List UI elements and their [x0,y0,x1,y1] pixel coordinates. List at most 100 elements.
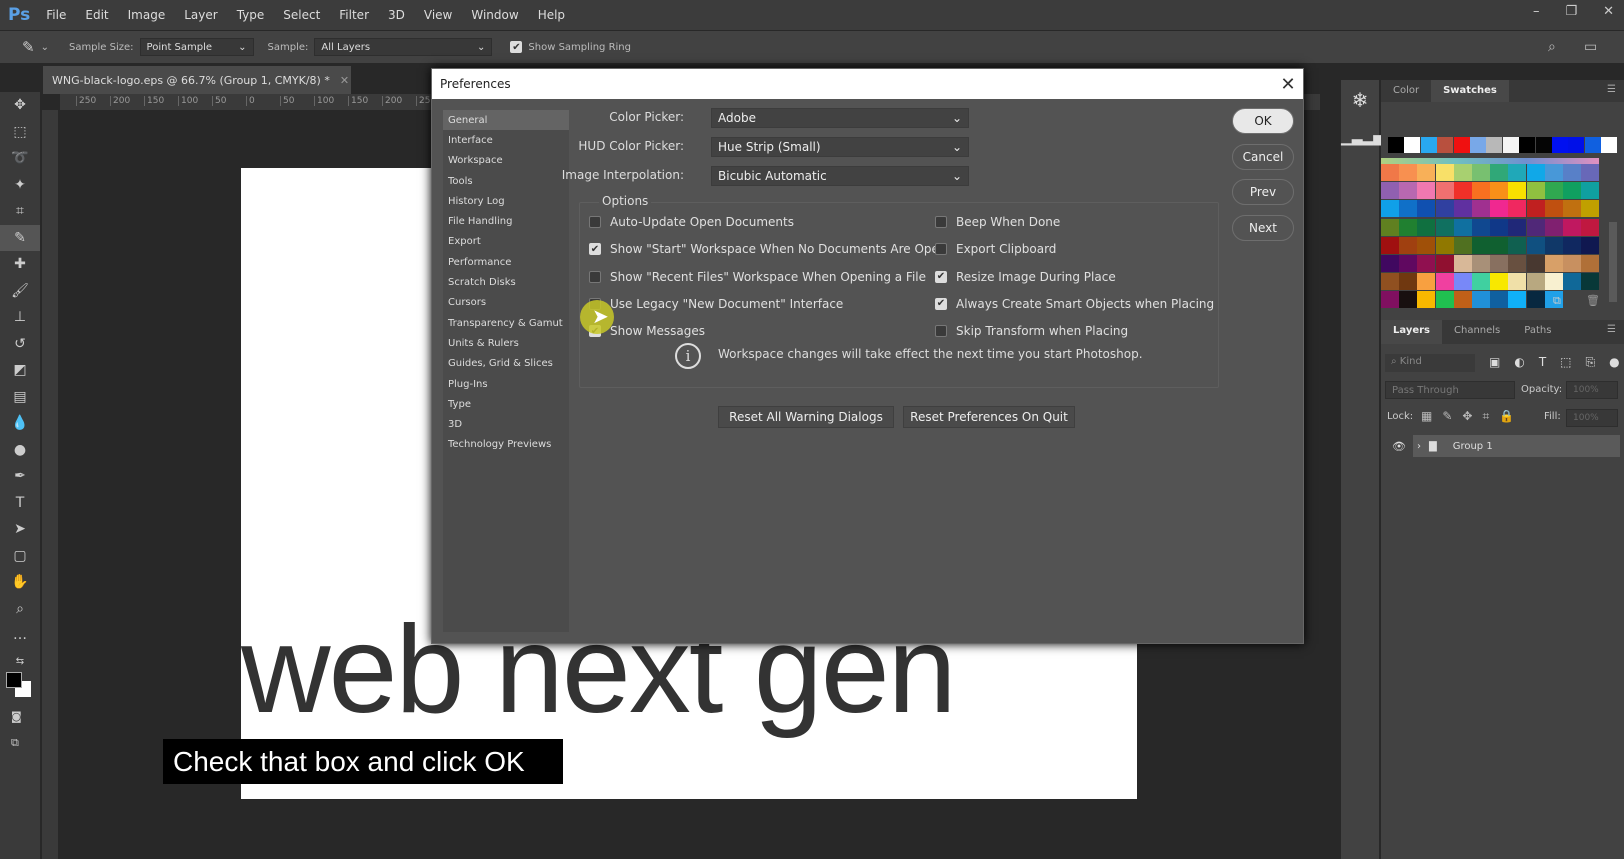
type-filter-icon[interactable]: T [1539,355,1546,370]
lock-artboard-icon[interactable]: ⌗ [1482,409,1489,424]
menu-select[interactable]: Select [283,8,320,22]
eyedropper-tool-icon[interactable]: ✎ [0,224,40,251]
close-tab-icon[interactable]: ✕ [340,74,349,87]
blend-mode-select[interactable]: Pass Through [1385,381,1515,399]
fill-input[interactable]: 100% [1566,409,1618,427]
option-row[interactable]: Beep When Done [935,215,1060,229]
recent-swatch[interactable] [1552,137,1568,153]
swatch[interactable] [1417,236,1436,254]
zoom-tool-icon[interactable]: ⌕ [0,596,40,623]
swatch[interactable] [1399,255,1418,272]
tab-paths[interactable]: Paths [1512,320,1563,344]
swatch[interactable] [1581,218,1600,236]
eraser-tool-icon[interactable]: ◩ [0,357,40,384]
lock-pixels-icon[interactable]: ✎ [1442,409,1452,424]
clone-stamp-tool-icon[interactable]: ⊥ [0,304,40,331]
option-row[interactable]: Auto-Update Open Documents [589,215,794,229]
swatch[interactable] [1581,236,1600,254]
filter-toggle-icon[interactable]: ● [1609,355,1619,370]
swatch[interactable] [1417,218,1436,236]
magic-wand-tool-icon[interactable]: ✦ [0,172,40,199]
option-checkbox[interactable] [935,325,947,338]
tab-color[interactable]: Color [1381,80,1431,102]
swatch[interactable] [1472,218,1490,236]
option-row[interactable]: Show "Recent Files" Workspace When Openi… [589,270,926,284]
swatch[interactable] [1508,273,1527,291]
swatch[interactable] [1453,182,1472,200]
swatch[interactable] [1526,164,1545,181]
recent-swatch[interactable] [1388,137,1404,153]
option-row[interactable]: Use Legacy "New Document" Interface [589,297,843,311]
category-history-log[interactable]: History Log [443,191,569,211]
path-selection-tool-icon[interactable]: ➤ [0,516,40,543]
option-checkbox[interactable]: ✔ [935,270,947,283]
swatch[interactable] [1490,164,1509,181]
histogram-icon[interactable]: ▁▃▂▅ [1341,130,1384,146]
color-picker-select[interactable]: Adobe ⌄ [711,108,969,128]
minimize-icon[interactable]: – [1533,4,1540,19]
recent-swatch[interactable] [1502,137,1519,153]
prev-button[interactable]: Prev [1232,179,1294,205]
swatch[interactable] [1399,200,1418,218]
more-tools-icon[interactable]: … [0,622,40,649]
option-row[interactable]: ✔ Resize Image During Place [935,270,1116,284]
panel-menu-icon[interactable]: ☰ [1599,80,1624,102]
recent-swatch[interactable] [1601,137,1618,153]
swatch[interactable] [1453,218,1472,236]
recent-swatch[interactable] [1486,137,1503,153]
menu-image[interactable]: Image [128,8,166,22]
option-checkbox[interactable] [589,216,601,228]
category-scratch-disks[interactable]: Scratch Disks [443,272,569,292]
swatch[interactable] [1472,200,1490,218]
swatch[interactable] [1490,273,1509,291]
marquee-tool-icon[interactable]: ⬚ [0,119,40,146]
new-swatch-icon[interactable]: ⧉ [1553,294,1561,308]
swatch[interactable] [1508,182,1527,200]
tab-channels[interactable]: Channels [1442,320,1512,344]
dodge-tool-icon[interactable]: ● [0,437,40,464]
swatch[interactable] [1417,255,1436,272]
swatch[interactable] [1435,291,1454,309]
swatch[interactable] [1544,182,1563,200]
tab-layers[interactable]: Layers [1381,320,1442,344]
swatch[interactable] [1490,236,1509,254]
swatch[interactable] [1526,218,1545,236]
recent-swatch[interactable] [1453,137,1470,153]
swatch[interactable] [1381,164,1399,181]
healing-brush-tool-icon[interactable]: ✚ [0,251,40,278]
swatch[interactable] [1526,291,1545,309]
swatch[interactable] [1508,255,1527,272]
swatch[interactable] [1435,255,1454,272]
option-row[interactable]: ✔ Show "Start" Workspace When No Document… [589,242,947,256]
foreground-color-swatch[interactable] [6,672,22,688]
recent-swatch[interactable] [1535,137,1552,153]
quick-mask-icon[interactable]: ◙ [11,710,22,723]
swatch[interactable] [1563,218,1581,236]
swatch[interactable] [1544,273,1563,291]
swatch[interactable] [1563,182,1581,200]
layer-row[interactable]: 👁 › ▇ Group 1 [1385,434,1620,458]
swatch[interactable] [1526,255,1545,272]
close-icon[interactable]: ✕ [1273,74,1303,95]
move-tool-icon[interactable]: ✥ [0,92,40,119]
option-checkbox[interactable] [935,243,947,256]
show-sampling-ring-checkbox[interactable]: ✔ [510,41,523,53]
swatch[interactable] [1435,236,1454,254]
swatch[interactable] [1581,255,1600,272]
brush-tool-icon[interactable]: 🖌 [0,278,40,305]
swatch[interactable] [1399,182,1418,200]
opacity-input[interactable]: 100% [1566,381,1618,399]
menu-edit[interactable]: Edit [85,8,108,22]
option-row[interactable]: ✔ Always Create Smart Objects when Placin… [935,297,1214,311]
swatch[interactable] [1381,182,1399,200]
swatch[interactable] [1472,255,1490,272]
swatch[interactable] [1526,182,1545,200]
menu-window[interactable]: Window [471,8,518,22]
visibility-eye-icon[interactable]: 👁 [1385,440,1413,453]
menu-filter[interactable]: Filter [339,8,369,22]
shape-tool-icon[interactable]: ▢ [0,543,40,570]
swatch[interactable] [1453,164,1472,181]
shape-filter-icon[interactable]: ⬚ [1560,355,1571,370]
swatch[interactable] [1381,200,1399,218]
swatch[interactable] [1453,273,1472,291]
